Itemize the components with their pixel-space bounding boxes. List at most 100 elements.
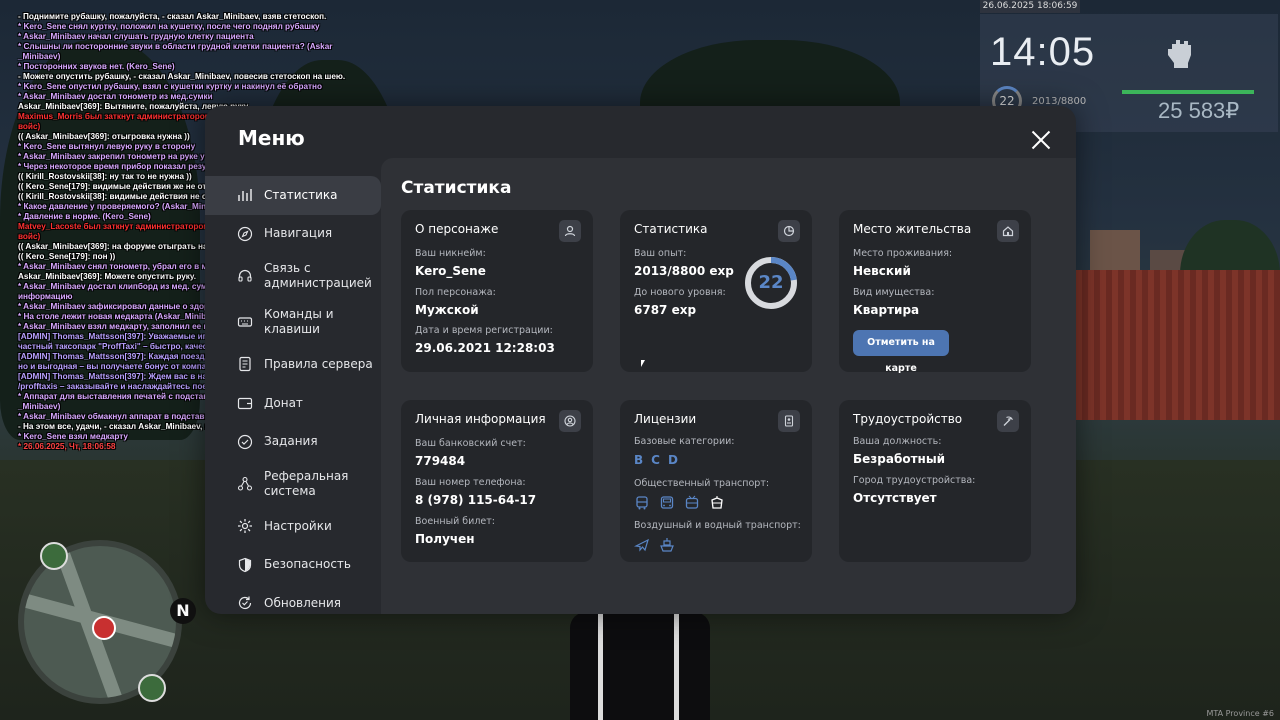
gender-value: Мужской [415,303,479,317]
minimap-north: N [170,598,196,624]
level-value: 22 [758,272,784,293]
base-categories-field: Базовые категории: B C D [634,436,735,467]
license-icon [778,410,800,432]
field-label: Базовые категории: [634,436,735,447]
field-label: Воздушный и водный транспорт: [634,520,801,531]
trolleybus-icon [685,495,699,509]
field-label: Город трудоустройства: [853,475,976,486]
next-level-value: 6787 exp [634,303,697,317]
public-transport-icons [634,495,769,511]
field-label: До нового уровня: [634,287,726,298]
red-fence [1070,270,1280,420]
statistics-card: Статистика Ваш опыт: 2013/8800 exp До но… [620,210,812,372]
card-title: Статистика [634,222,708,236]
hud-clock: 14:05 [990,30,1096,74]
military-field: Военный билет: Получен [415,516,495,546]
sidebar-item-label: Связь с администрацией [264,261,372,291]
phone-value: 8 (978) 115-64-17 [415,493,537,507]
sidebar-item-10[interactable]: Безопасность [205,546,381,585]
sidebar-item-9[interactable]: Настройки [205,507,381,546]
field-label: Ваш номер телефона: [415,477,526,488]
place-field: Место проживания: Невский [853,248,952,278]
registration-value: 29.06.2021 12:28:03 [415,341,555,355]
property-field: Вид имущества: Квартира [853,287,934,317]
referral-icon [237,476,253,491]
sidebar-item-7[interactable]: Задания [205,422,381,461]
tasks-icon [237,434,253,449]
hud-datetime: 26.06.2025 18:06:59 [980,0,1080,13]
mark-on-map-button[interactable]: Отметить на карте [853,330,949,374]
gender-field: Пол персонажа: Мужской [415,287,496,317]
sidebar-item-11[interactable]: Обновления [205,584,381,614]
chat-line: * Askar_Minibaev достал тонометр из мед.… [18,92,213,101]
boat-icon [660,538,674,552]
place-value: Невский [853,264,911,278]
sidebar-item-label: Реферальная система [264,468,349,498]
bank-value: 779484 [415,454,466,468]
field-label: Ваш банковский счет: [415,438,526,449]
employment-card: Трудоустройство Ваша должность: Безработ… [839,400,1031,562]
player-character [570,612,710,720]
chart-icon [238,189,252,202]
rules-icon [239,357,251,372]
sidebar-item-1[interactable]: Статистика [205,176,381,215]
field-label: Место проживания: [853,248,953,259]
field-label: Вид имущества: [853,287,935,298]
sidebar-item-label: Безопасность [264,557,351,572]
category-c: C [651,453,660,467]
chat-line: * Слышны ли посторонние звуки в области … [18,42,333,61]
chat-line: * Kero_Sene опустил рубашку, взял с куше… [18,82,322,91]
chat-line: * Kero_Sene снял куртку, положил на куше… [18,22,320,31]
content-title: Статистика [401,178,512,198]
headset-icon [238,270,252,282]
air-water-field: Воздушный и водный транспорт: [634,520,801,553]
health-bar [1122,90,1254,94]
car-marker-icon [138,674,166,702]
plane-icon [634,538,649,552]
sidebar-item-3[interactable]: Связь с администрацией [205,253,381,299]
public-transport-field: Общественный транспорт: [634,478,769,511]
field-label: Военный билет: [415,516,495,527]
sidebar-item-label: Правила сервера [264,356,373,371]
card-title: О персонаже [415,222,499,236]
nickname-value: Kero_Sene [415,264,486,278]
nickname-field: Ваш никнейм: Kero_Sene [415,248,486,278]
sidebar-item-6[interactable]: Донат [205,384,381,423]
registration-field: Дата и время регистрации: 29.06.2021 12:… [415,325,555,355]
residence-card: Место жительства Место проживания: Невск… [839,210,1031,374]
server-watermark: MTA Province #6 [1206,709,1274,718]
menu-sidebar: Статистика Навигация Связь с администрацие… [205,176,381,614]
next-level-field: До нового уровня: 6787 exp [634,287,726,317]
house-icon [997,220,1019,242]
close-button[interactable] [1029,128,1053,152]
menu-title: Меню [238,126,305,150]
pickaxe-icon [997,410,1019,432]
mouse-cursor [641,360,645,367]
licenses-card: Лицензии Базовые категории: B C D Общест… [620,400,812,562]
job-city-value: Отсутствует [853,491,937,505]
sidebar-item-label: Навигация [264,226,333,241]
chat-line: - Можете опустить рубашку, - сказал Aska… [18,72,346,81]
sidebar-item-label: Задания [264,434,318,449]
chat-line: * Askar_Minibaev начал слушать грудную к… [18,32,254,41]
card-title: Место жительства [853,222,972,236]
sidebar-item-5[interactable]: Правила сервера [205,345,381,384]
sidebar-item-2[interactable]: Навигация [205,215,381,254]
pie-chart-icon [778,220,800,242]
bank-marker-icon [40,542,68,570]
stats-content: Статистика О персонаже Ваш никнейм: Kero… [381,158,1076,614]
sidebar-item-4[interactable]: Команды и клавиши [205,299,381,345]
card-title: Лицензии [634,412,697,426]
card-title: Личная информация [415,412,546,426]
hud-money: 25 583₽ [1158,98,1240,123]
sidebar-item-label: Статистика [264,187,338,202]
field-label: Дата и время регистрации: [415,325,553,336]
field-label: Ваша должность: [853,436,942,447]
bank-field: Ваш банковский счет: 779484 [415,438,526,468]
fist-icon [1168,40,1191,68]
character-card: О персонаже Ваш никнейм: Kero_Sene Пол п… [401,210,593,372]
category-d: D [667,453,678,467]
sidebar-item-8[interactable]: Реферальная система [205,461,381,507]
chat-line: - Поднимите рубашку, пожалуйста, - сказа… [18,12,327,21]
shield-icon [238,557,252,572]
